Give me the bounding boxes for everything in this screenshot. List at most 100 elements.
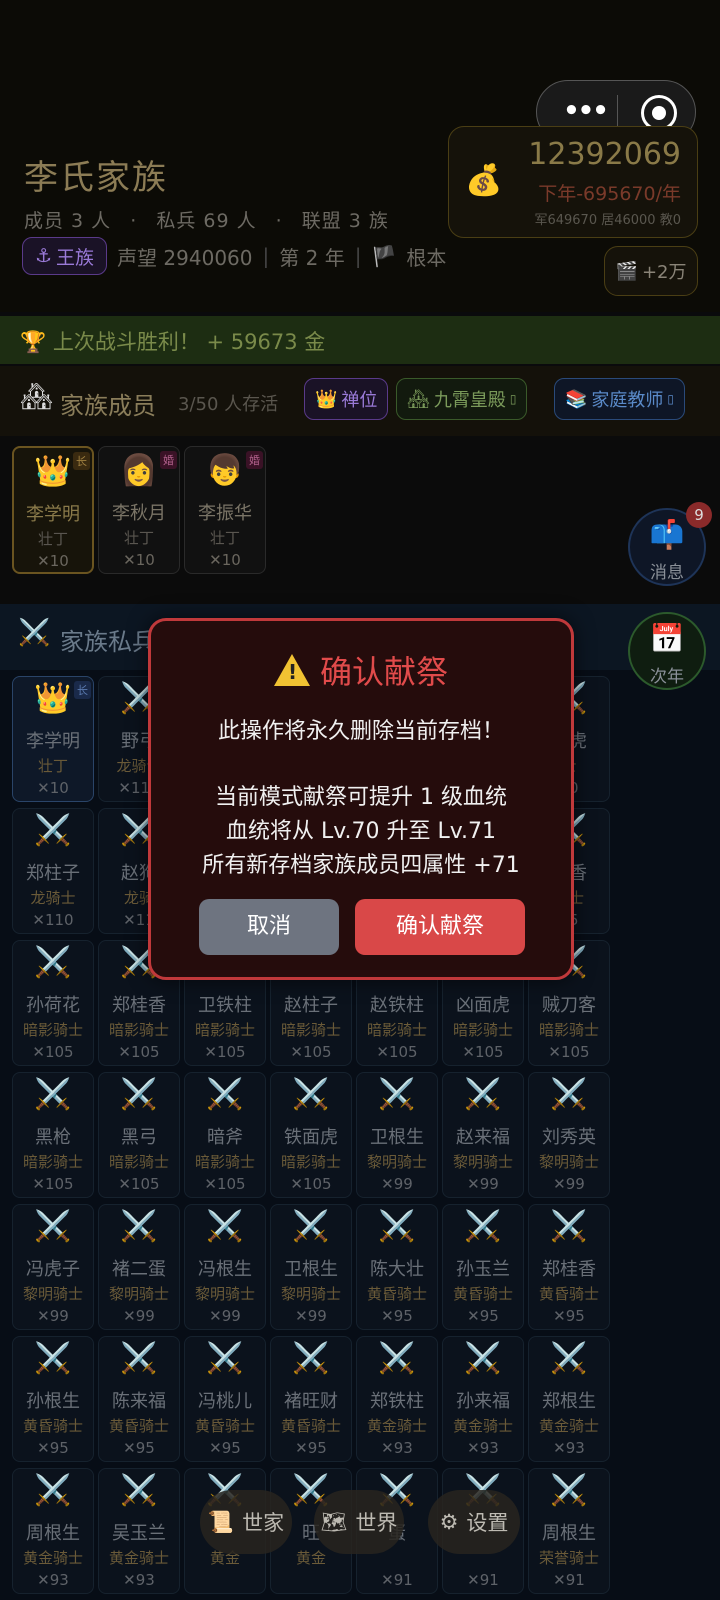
crossed-swords-icon: ⚔️ (34, 1473, 72, 1508)
soldier-name: 陈来福 (112, 1391, 166, 1412)
soldier-card[interactable]: ⚔️ 孙荷花 暗影骑士 ✕105 (12, 940, 94, 1066)
soldier-power: ✕99 (37, 1307, 69, 1325)
soldier-name: 冯根生 (198, 1259, 252, 1280)
crossed-swords-icon: ⚔️ (550, 1077, 588, 1112)
soldier-rank: 黄金骑士 (538, 1417, 599, 1435)
nav-settings-button[interactable]: ⚙ 设置 (428, 1490, 520, 1554)
member-power: ✕10 (37, 552, 69, 570)
soldier-card[interactable]: ⚔️ 刘秀英 黎明骑士 ✕99 (528, 1072, 610, 1198)
dialog-warning-line: 此操作将永久删除当前存档！ (217, 719, 504, 744)
soldier-card[interactable]: ⚔️ 陈大壮 黄昏骑士 ✕95 (356, 1204, 438, 1330)
royal-badge[interactable]: ⚓ 王族 (22, 237, 108, 275)
soldier-name: 陈大壮 (370, 1259, 424, 1280)
tutor-label: 家庭教师 (591, 390, 664, 411)
scroll-icon: 📜 (207, 1509, 235, 1534)
soldier-card[interactable]: ⚔️ 黑弓 暗影骑士 ✕105 (98, 1072, 180, 1198)
member-rank: 壮丁 (209, 529, 240, 547)
treasury-panel[interactable]: 💰 12392069 下年-695670/年 军649670 居46000 教0 (448, 126, 698, 238)
soldier-card[interactable]: ⚔️ 孙来福 黄金骑士 ✕93 (442, 1336, 524, 1462)
dialog-info-line: 所有新存档家族成员四属性 +71 (202, 853, 520, 878)
soldier-rank: 暗影骑士 (22, 1153, 83, 1171)
leader-tag: 长 (74, 681, 91, 699)
soldier-card[interactable]: ⚔️ 周根生 黄金骑士 ✕93 (12, 1468, 94, 1594)
next-year-button[interactable]: 📅 次年 (628, 612, 706, 690)
victory-banner: 🏆 上次战斗胜利！ + 59673 金 (0, 316, 720, 364)
soldier-card[interactable]: ⚔️ 暗斧 暗影骑士 ✕105 (184, 1072, 266, 1198)
clapper-icon: 🎬 (615, 260, 638, 282)
crossed-swords-icon: ⚔️ (378, 1077, 416, 1112)
crossed-swords-icon: ⚔️ (464, 1209, 502, 1244)
member-card[interactable]: 👑 长 李学明 壮丁 ✕10 (12, 446, 94, 574)
crossed-swords-icon: ⚔️ (464, 1077, 502, 1112)
palace-button[interactable]: 🏘 九霄皇殿 ▯ (396, 378, 528, 420)
soldier-rank: 暗影骑士 (194, 1021, 255, 1039)
member-card[interactable]: 👩 婚 李秋月 壮丁 ✕10 (98, 446, 180, 574)
family-stats: 成员 3 人 · 私兵 69 人 · 联盟 3 族 (24, 206, 389, 233)
palace-icon: 🏘 (407, 388, 430, 410)
soldier-card[interactable]: ⚔️ 冯桃儿 黄昏骑士 ✕95 (184, 1336, 266, 1462)
soldier-card[interactable]: ⚔️ 吴玉兰 黄金骑士 ✕93 (98, 1468, 180, 1594)
soldier-name: 郑根生 (542, 1391, 596, 1412)
confirm-sacrifice-button[interactable]: 确认献祭 (355, 899, 525, 955)
crossed-swords-icon: ⚔️ (292, 1341, 330, 1376)
soldier-power: ✕105 (462, 1043, 504, 1061)
crossed-swords-icon: ⚔️ (206, 1077, 244, 1112)
soldier-rank: 黄昏骑士 (366, 1285, 427, 1303)
soldier-rank: 黎明骑士 (108, 1285, 169, 1303)
members-count: 成员 3 人 (24, 210, 112, 232)
soldier-card[interactable]: ⚔️ 黑枪 暗影骑士 ✕105 (12, 1072, 94, 1198)
soldier-rank: 暗影骑士 (280, 1153, 341, 1171)
soldier-name: 凶面虎 (456, 995, 510, 1016)
soldier-card[interactable]: ⚔️ 陈来福 黄昏骑士 ✕95 (98, 1336, 180, 1462)
victory-text: 🏆 上次战斗胜利！ + 59673 金 (20, 326, 325, 356)
cancel-button[interactable]: 取消 (199, 899, 339, 955)
nav-family-button[interactable]: 📜 世家 (200, 1490, 292, 1554)
dialog-info-line: 当前模式献祭可提升 1 级血统 (215, 785, 507, 810)
soldier-name: 赵柱子 (284, 995, 338, 1016)
soldier-power: ✕105 (204, 1043, 246, 1061)
soldier-name: 卫根生 (370, 1127, 424, 1148)
soldier-card[interactable]: ⚔️ 赵来福 黎明骑士 ✕99 (442, 1072, 524, 1198)
soldier-card[interactable]: ⚔️ 褚二蛋 黎明骑士 ✕99 (98, 1204, 180, 1330)
soldier-name: 黑弓 (121, 1127, 157, 1148)
leader-tag: 长 (73, 452, 90, 470)
member-card[interactable]: 👦 婚 李振华 壮丁 ✕10 (184, 446, 266, 574)
books-icon: 📚 (565, 388, 588, 410)
treasury-amount: 12392069 (528, 137, 681, 172)
confirm-sacrifice-dialog: 确认献祭 此操作将永久删除当前存档！ 当前模式献祭可提升 1 级血统 血统将从 … (148, 618, 574, 980)
soldier-power: ✕105 (548, 1043, 590, 1061)
member-power: ✕10 (123, 551, 155, 569)
soldier-card[interactable]: ⚔️ 孙玉兰 黄昏骑士 ✕95 (442, 1204, 524, 1330)
tutor-button[interactable]: 📚 家庭教师 ▯ (554, 378, 686, 420)
family-name: 李氏家族 (24, 158, 168, 198)
soldier-card[interactable]: 👑 长李学明 壮丁 ✕10 (12, 676, 94, 802)
soldier-card[interactable]: ⚔️ 孙根生 黄昏骑士 ✕95 (12, 1336, 94, 1462)
soldier-rank: 龙骑士 (30, 889, 76, 907)
member-name: 李秋月 (112, 503, 166, 524)
soldier-card[interactable]: ⚔️ 冯根生 黎明骑士 ✕99 (184, 1204, 266, 1330)
soldier-card[interactable]: ⚔️ 郑桂香 黄昏骑士 ✕95 (528, 1204, 610, 1330)
soldier-card[interactable]: ⚔️ 郑铁柱 黄金骑士 ✕93 (356, 1336, 438, 1462)
crossed-swords-icon: ⚔️ (18, 618, 51, 648)
soldier-rank: 暗影骑士 (280, 1021, 341, 1039)
soldier-card[interactable]: ⚔️ 周根生 荣誉骑士 ✕91 (528, 1468, 610, 1594)
soldier-power: ✕105 (32, 1175, 74, 1193)
nav-world-button[interactable]: 🗺 世界 (314, 1490, 404, 1554)
soldier-card[interactable]: ⚔️ 褚旺财 黄昏骑士 ✕95 (270, 1336, 352, 1462)
soldier-card[interactable]: ⚔️ 冯虎子 黎明骑士 ✕99 (12, 1204, 94, 1330)
abdicate-button[interactable]: 👑 禅位 (304, 378, 389, 420)
watch-ad-button[interactable]: 🎬 +2万 (604, 246, 698, 296)
soldier-rank: 荣誉骑士 (538, 1549, 599, 1567)
abdicate-label: 禅位 (341, 390, 378, 411)
yearly-balance: 下年-695670/年 (538, 183, 681, 205)
crossed-swords-icon: ⚔️ (550, 1473, 588, 1508)
soldier-card[interactable]: ⚔️ 郑根生 黄金骑士 ✕93 (528, 1336, 610, 1462)
soldier-rank: 暗影骑士 (108, 1153, 169, 1171)
soldier-card[interactable]: ⚔️ 卫根生 黎明骑士 ✕99 (356, 1072, 438, 1198)
soldier-card[interactable]: ⚔️ 郑柱子 龙骑士 ✕110 (12, 808, 94, 934)
soldier-card[interactable]: ⚔️ 卫根生 黎明骑士 ✕99 (270, 1204, 352, 1330)
soldier-card[interactable]: ⚔️ 铁面虎 暗影骑士 ✕105 (270, 1072, 352, 1198)
crossed-swords-icon: ⚔️ (292, 1209, 330, 1244)
soldier-rank: 黄昏骑士 (452, 1285, 513, 1303)
soldier-power: ✕93 (553, 1439, 585, 1457)
